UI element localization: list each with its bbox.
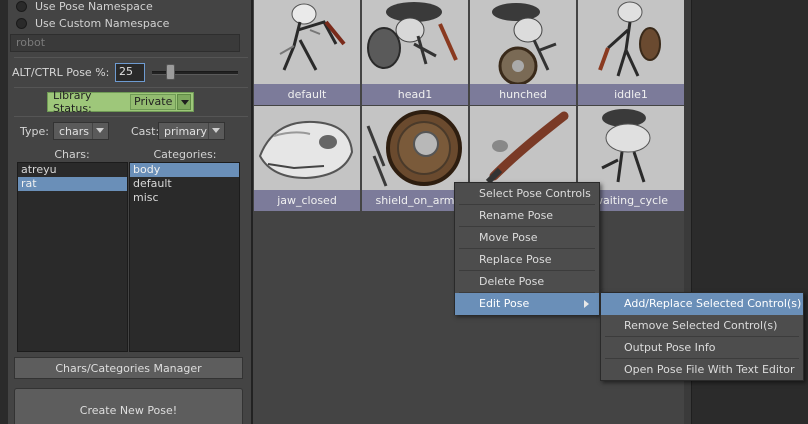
pose-tile-head1[interactable]: head1 <box>362 0 468 105</box>
use-custom-namespace-radio[interactable] <box>16 17 27 29</box>
submenu-item-open-pose-file[interactable]: Open Pose File With Text Editor <box>601 359 803 381</box>
use-custom-namespace-label: Use Custom Namespace <box>35 16 170 30</box>
menu-item-edit-pose[interactable]: Edit Pose <box>455 293 599 315</box>
menu-item-label: Delete Pose <box>479 275 545 288</box>
pose-tile-iddle1[interactable]: iddle1 <box>578 0 684 105</box>
categories-header: Categories: <box>153 148 217 161</box>
pose-thumbnail <box>362 106 468 190</box>
chars-list-item[interactable]: atreyu <box>18 163 127 177</box>
use-pose-namespace-option[interactable]: Use Pose Namespace <box>16 0 153 14</box>
pose-tile-label: jaw_closed <box>254 190 360 211</box>
create-new-pose-button[interactable]: Create New Pose! <box>14 388 243 424</box>
type-dropdown[interactable]: chars <box>53 122 109 140</box>
use-pose-namespace-label: Use Pose Namespace <box>35 0 153 13</box>
use-pose-namespace-radio[interactable] <box>16 0 27 12</box>
menu-item-label: Open Pose File With Text Editor <box>624 363 795 376</box>
menu-item-move-pose[interactable]: Move Pose <box>455 227 599 249</box>
categories-list-item-selected[interactable]: body <box>130 163 239 177</box>
chevron-down-icon[interactable] <box>177 94 191 110</box>
menu-item-label: Rename Pose <box>479 209 554 222</box>
divider <box>14 57 248 58</box>
alt-ctrl-pose-label: ALT/CTRL Pose %: <box>12 66 110 79</box>
pose-context-menu: Select Pose Controls Rename Pose Move Po… <box>454 182 600 315</box>
chars-header: Chars: <box>54 148 90 161</box>
pose-tile-label: head1 <box>362 84 468 105</box>
use-custom-namespace-option[interactable]: Use Custom Namespace <box>16 15 169 31</box>
menu-item-delete-pose[interactable]: Delete Pose <box>455 271 599 293</box>
chars-list-item-selected[interactable]: rat <box>18 177 127 191</box>
submenu-item-add-replace-controls[interactable]: Add/Replace Selected Control(s) <box>601 293 803 315</box>
cast-dropdown[interactable]: primary <box>158 122 225 140</box>
chevron-down-icon <box>92 123 108 139</box>
cast-label: Cast: <box>131 125 160 138</box>
namespace-field[interactable]: robot <box>10 34 240 52</box>
chars-list[interactable]: atreyu rat <box>17 162 128 352</box>
type-dropdown-value: chars <box>59 124 90 138</box>
library-status-box: Library Status: Private <box>47 89 194 115</box>
menu-item-label: Move Pose <box>479 231 538 244</box>
alt-ctrl-pose-slider-track[interactable] <box>152 71 238 75</box>
cast-dropdown-value: primary <box>164 124 208 138</box>
divider <box>14 87 248 88</box>
alt-ctrl-pose-field[interactable]: 25 <box>115 63 145 82</box>
menu-item-label: Remove Selected Control(s) <box>624 319 778 332</box>
menu-item-label: Edit Pose <box>479 297 530 310</box>
menu-item-label: Select Pose Controls <box>479 187 591 200</box>
categories-list-item[interactable]: misc <box>130 191 239 205</box>
pose-thumbnail <box>254 0 360 84</box>
pose-thumbnail <box>470 0 576 84</box>
library-status-label: Library Status: <box>53 89 92 115</box>
pose-thumbnail <box>362 0 468 84</box>
pose-tile-label: shield_on_arm <box>362 190 468 211</box>
chars-categories-manager-button[interactable]: Chars/Categories Manager <box>14 357 243 379</box>
chevron-right-icon <box>584 300 589 308</box>
pose-tile-label: iddle1 <box>578 84 684 105</box>
type-label: Type: <box>20 125 49 138</box>
pose-tile-shield-on-arm[interactable]: shield_on_arm <box>362 106 468 211</box>
menu-item-label: Output Pose Info <box>624 341 716 354</box>
pose-tile-default[interactable]: default <box>254 0 360 105</box>
edit-pose-submenu: Add/Replace Selected Control(s) Remove S… <box>600 292 804 381</box>
pose-thumbnail <box>578 106 684 190</box>
categories-list-item[interactable]: default <box>130 177 239 191</box>
library-status-select[interactable]: Private <box>130 94 176 110</box>
menu-item-rename-pose[interactable]: Rename Pose <box>455 205 599 227</box>
menu-item-label: Add/Replace Selected Control(s) <box>624 297 802 310</box>
menu-item-label: Replace Pose <box>479 253 552 266</box>
pose-thumbnail <box>470 106 576 190</box>
menu-item-replace-pose[interactable]: Replace Pose <box>455 249 599 271</box>
pose-thumbnail <box>578 0 684 84</box>
alt-ctrl-pose-slider-handle[interactable] <box>166 64 175 80</box>
pose-thumbnail <box>254 106 360 190</box>
submenu-item-remove-controls[interactable]: Remove Selected Control(s) <box>601 315 803 337</box>
categories-list[interactable]: body default misc <box>129 162 240 352</box>
divider <box>14 116 248 117</box>
pose-tile-label: hunched <box>470 84 576 105</box>
pose-tile-jaw-closed[interactable]: jaw_closed <box>254 106 360 211</box>
chevron-down-icon <box>208 123 224 139</box>
menu-item-select-pose-controls[interactable]: Select Pose Controls <box>455 183 599 205</box>
pose-tile-label: default <box>254 84 360 105</box>
submenu-item-output-pose-info[interactable]: Output Pose Info <box>601 337 803 359</box>
pose-tile-hunched[interactable]: hunched <box>470 0 576 105</box>
